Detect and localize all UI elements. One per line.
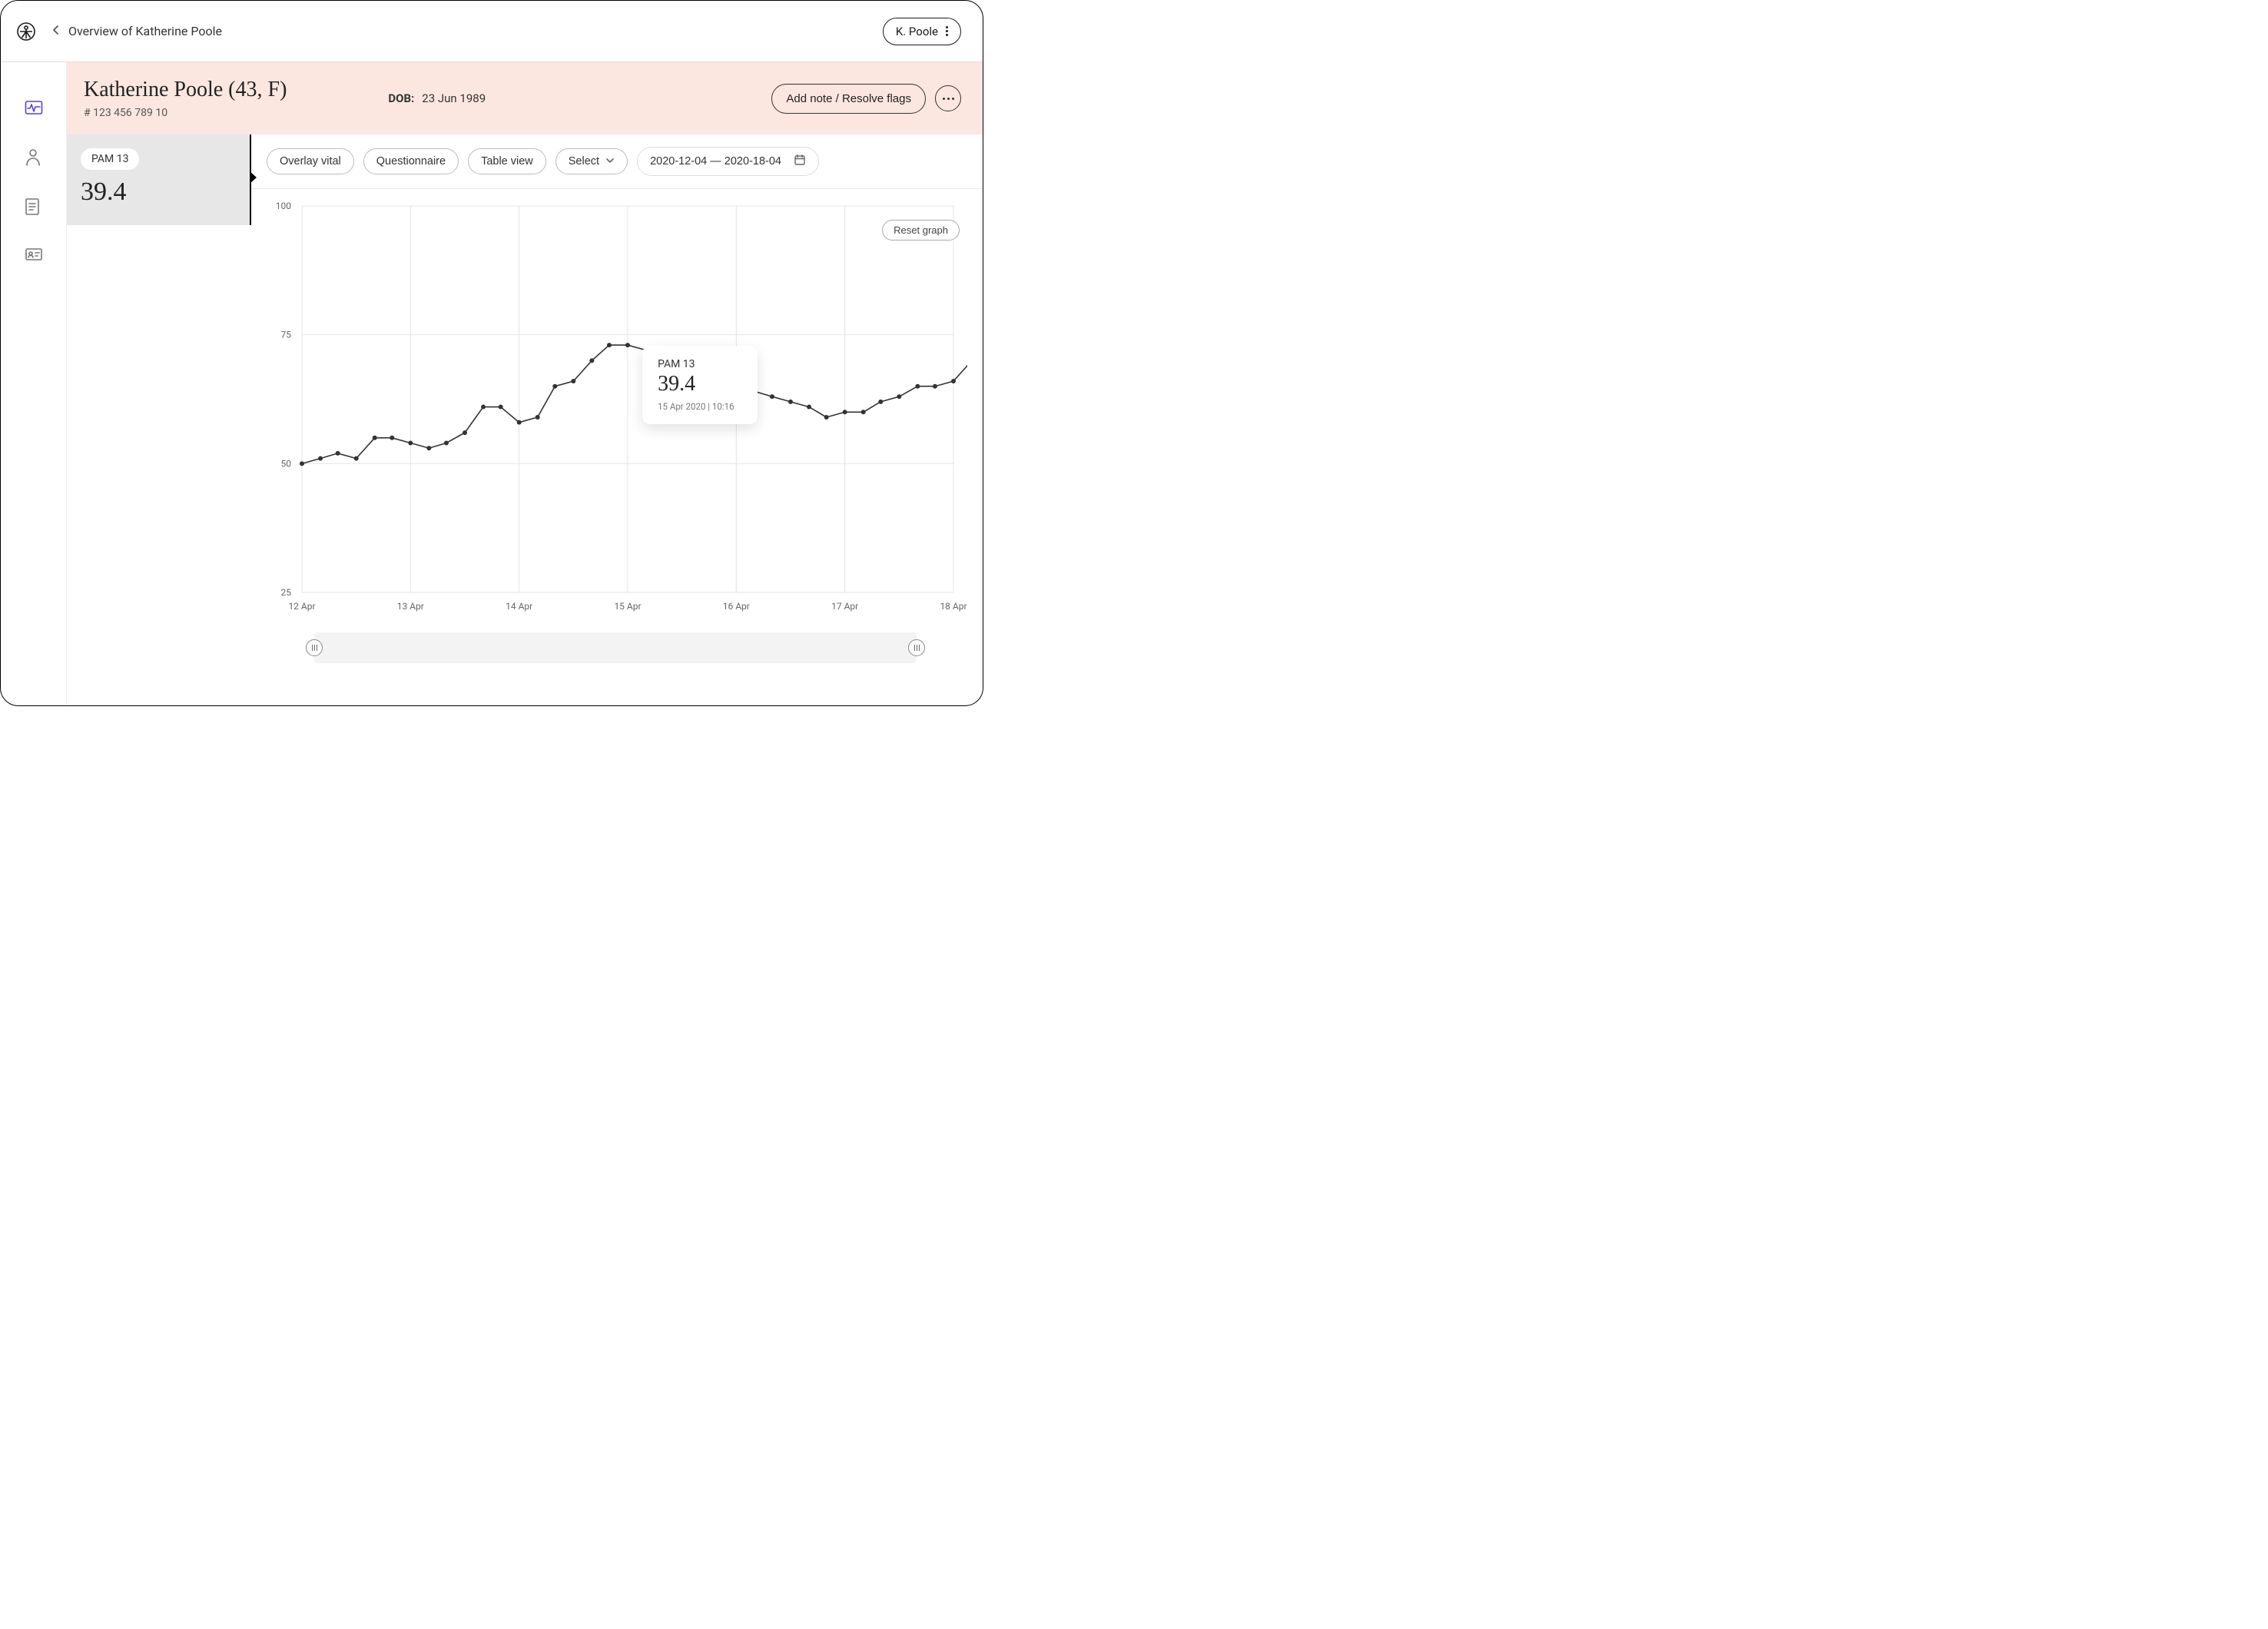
chart-container: Reset graph 25 50 75 100 12 Apr 13 Apr 14 Apr… [251, 189, 983, 705]
chart-tooltip: PAM 13 39.4 15 Apr 2020 | 10:16 [642, 346, 758, 424]
time-scrubber[interactable] [314, 632, 917, 663]
app-logo [16, 22, 36, 41]
svg-text:25: 25 [281, 587, 292, 598]
user-menu[interactable]: K. Poole [883, 18, 961, 45]
svg-text:50: 50 [281, 458, 292, 469]
svg-text:75: 75 [281, 330, 292, 340]
svg-text:16 Apr: 16 Apr [723, 601, 750, 612]
nav-id-icon[interactable] [25, 247, 43, 265]
date-range-label: 2020-12-04 — 2020-18-04 [650, 155, 781, 168]
scrubber-handle-right[interactable] [908, 639, 925, 656]
svg-text:12 Apr: 12 Apr [288, 601, 315, 612]
patient-id: # 123 456 789 10 [84, 107, 287, 119]
select-label: Select [569, 155, 599, 168]
table-view-button[interactable]: Table view [468, 148, 546, 174]
reset-graph-button[interactable]: Reset graph [882, 220, 960, 241]
patient-name: Katherine Poole (43, F) [84, 78, 287, 102]
line-chart[interactable]: 25 50 75 100 12 Apr 13 Apr 14 Apr 15 Apr 16 Apr… [260, 198, 967, 625]
nav-vitals-icon[interactable] [25, 99, 43, 118]
nav-profile-icon[interactable] [25, 148, 43, 167]
svg-text:18 Apr: 18 Apr [940, 601, 967, 612]
back-label: Overview of Katherine Poole [68, 24, 222, 38]
questionnaire-button[interactable]: Questionnaire [363, 148, 459, 174]
svg-text:100: 100 [276, 201, 291, 211]
metric-chip: PAM 13 [81, 148, 139, 170]
chevron-left-icon [51, 24, 61, 38]
nav-document-icon[interactable] [25, 197, 43, 216]
add-note-button[interactable]: Add note / Resolve flags [771, 84, 926, 114]
metric-value: 39.4 [81, 177, 236, 207]
scrubber-handle-left[interactable] [306, 639, 323, 656]
svg-text:14 Apr: 14 Apr [506, 601, 532, 612]
svg-text:17 Apr: 17 Apr [831, 601, 858, 612]
chevron-down-icon [605, 155, 615, 168]
tooltip-label: PAM 13 [658, 358, 742, 370]
patient-banner: Katherine Poole (43, F) # 123 456 789 10… [67, 62, 983, 134]
more-actions-button[interactable] [935, 85, 961, 111]
tooltip-value: 39.4 [658, 372, 742, 396]
side-nav [1, 62, 67, 705]
dob-value: 23 Jun 1989 [422, 91, 486, 105]
more-vertical-icon [946, 26, 948, 36]
dob-label: DOB: [388, 91, 414, 105]
top-bar: Overview of Katherine Poole K. Poole [1, 1, 983, 62]
chart-toolbar: Overlay vital Questionnaire Table view S… [251, 147, 983, 189]
svg-text:13 Apr: 13 Apr [397, 601, 424, 612]
select-dropdown[interactable]: Select [555, 148, 628, 174]
user-name: K. Poole [896, 25, 938, 38]
selected-metric-panel[interactable]: PAM 13 39.4 [67, 134, 251, 225]
tooltip-timestamp: 15 Apr 2020 | 10:16 [658, 401, 742, 412]
overlay-vital-button[interactable]: Overlay vital [267, 148, 354, 174]
date-range-picker[interactable]: 2020-12-04 — 2020-18-04 [637, 147, 819, 176]
back-button[interactable]: Overview of Katherine Poole [51, 24, 222, 38]
svg-text:15 Apr: 15 Apr [614, 601, 641, 612]
calendar-icon [794, 154, 806, 169]
